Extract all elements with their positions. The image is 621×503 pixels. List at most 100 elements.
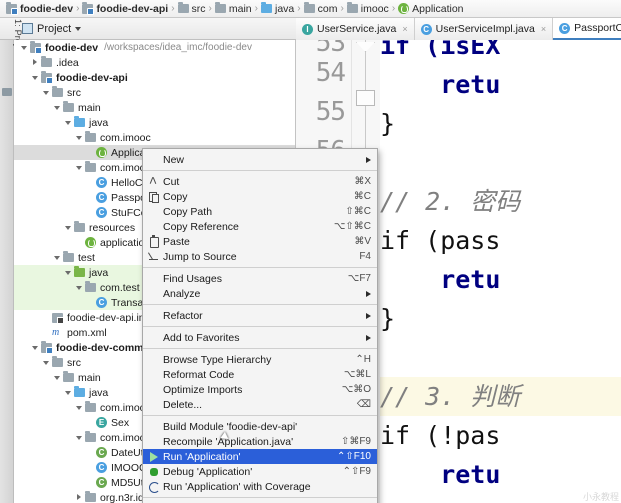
- chevron-down-icon[interactable]: [53, 253, 62, 262]
- menu-separator: [143, 497, 377, 498]
- code-token: if (!pas: [380, 421, 501, 450]
- folder-icon: [63, 371, 74, 382]
- menu-item-reformat-code[interactable]: Reformat Code ⌥⌘L: [143, 367, 377, 382]
- menu-item-shortcut: ⌥⌘L: [343, 369, 371, 380]
- tree-node[interactable]: src: [14, 85, 295, 100]
- tab-userservice-java[interactable]: I UserService.java ×: [296, 18, 415, 40]
- chevron-down-icon[interactable]: [31, 73, 40, 82]
- code-token: // 2. 密码: [380, 187, 521, 216]
- module-icon: [82, 1, 95, 15]
- menu-item-refactor[interactable]: Refactor: [143, 308, 377, 323]
- tree-node-label: pom.xml: [67, 326, 107, 339]
- code-token: if (pass: [380, 226, 501, 255]
- menu-item-jump-to-source[interactable]: Jump to Source F4: [143, 249, 377, 264]
- chevron-down-icon[interactable]: [64, 223, 73, 232]
- project-view-label: Project: [37, 22, 72, 35]
- chevron-down-icon[interactable]: [42, 358, 51, 367]
- tab-userserviceimpl-java[interactable]: C UserServiceImpl.java ×: [414, 18, 554, 40]
- tree-node-label: foodie-dev: [45, 41, 99, 54]
- chevron-down-icon[interactable]: [64, 268, 73, 277]
- chevron-down-icon[interactable]: [20, 43, 29, 52]
- menu-item-copy[interactable]: Copy ⌘C: [143, 189, 377, 204]
- menu-item-delete[interactable]: Delete... ⌫: [143, 397, 377, 412]
- menu-item-cut[interactable]: Cut ⌘X: [143, 174, 377, 189]
- tree-node[interactable]: .idea: [14, 55, 295, 70]
- project-folder-icon: [2, 88, 12, 96]
- folder-icon: [63, 101, 74, 112]
- chevron-right-icon[interactable]: [31, 58, 40, 67]
- menu-item-new[interactable]: New: [143, 152, 377, 167]
- close-icon[interactable]: ×: [541, 24, 546, 34]
- chevron-down-icon[interactable]: [64, 118, 73, 127]
- package-icon: [85, 131, 96, 142]
- tree-node[interactable]: foodie-dev-api: [14, 70, 295, 85]
- context-menu[interactable]: New Cut ⌘X Copy ⌘C Copy Path ⇧⌘C Copy Reference…: [142, 148, 378, 503]
- chevron-down-icon[interactable]: [42, 88, 51, 97]
- chevron-down-icon[interactable]: [75, 133, 84, 142]
- tree-node[interactable]: com.imooc: [14, 130, 295, 145]
- chevron-down-icon[interactable]: [75, 403, 84, 412]
- menu-item-label: Delete...: [163, 398, 203, 411]
- chevron-down-icon[interactable]: [53, 103, 62, 112]
- menu-item-debug-application[interactable]: Debug 'Application' ⌃⇧F9: [143, 464, 377, 479]
- breadcrumb-item-foodie-dev[interactable]: foodie-dev: [6, 1, 73, 15]
- project-view-selector[interactable]: Project: [22, 22, 82, 35]
- menu-item-run-application-with-coverage[interactable]: Run 'Application' with Coverage: [143, 479, 377, 494]
- breadcrumb-item-main[interactable]: main: [214, 2, 252, 15]
- breadcrumb-label: src: [191, 2, 206, 15]
- tree-node[interactable]: foodie-dev/workspaces/idea_imc/foodie-de…: [14, 40, 295, 55]
- class-icon: C: [96, 207, 107, 218]
- code-content[interactable]: if (isEX retu} // 2. 密码 if (pass retu} // 3…: [380, 40, 621, 503]
- menu-item-copy-reference[interactable]: Copy Reference ⌥⇧⌘C: [143, 219, 377, 234]
- close-icon[interactable]: ×: [402, 24, 407, 34]
- chevron-down-icon: [75, 26, 82, 31]
- menu-item-label: Recompile 'Application.java': [163, 435, 294, 448]
- tab-passportcontroller-java[interactable]: C PassportController.java ×: [553, 18, 621, 40]
- menu-item-shortcut: ⌥F7: [347, 273, 371, 284]
- menu-item-optimize-imports[interactable]: Optimize Imports ⌥⌘O: [143, 382, 377, 397]
- menu-item-copy-path[interactable]: Copy Path ⇧⌘C: [143, 204, 377, 219]
- chevron-down-icon[interactable]: [53, 373, 62, 382]
- module-icon: [6, 1, 18, 15]
- tree-node-path: /workspaces/idea_imc/foodie-dev: [104, 42, 252, 53]
- class-icon: C: [420, 23, 432, 35]
- code-token: }: [380, 109, 396, 138]
- debug-icon: [147, 466, 161, 478]
- menu-item-run-application[interactable]: Run 'Application' ⌃⇧F10: [143, 449, 377, 464]
- tree-node[interactable]: main: [14, 100, 295, 115]
- menu-item-paste[interactable]: Paste ⌘V: [143, 234, 377, 249]
- chevron-down-icon[interactable]: [31, 343, 40, 352]
- chevron-right-icon[interactable]: [75, 493, 84, 502]
- chevron-down-icon[interactable]: [75, 433, 84, 442]
- fold-marker[interactable]: [356, 90, 375, 106]
- tree-node[interactable]: java: [14, 115, 295, 130]
- menu-item-add-to-favorites[interactable]: Add to Favorites: [143, 330, 377, 345]
- menu-item-analyze[interactable]: Analyze: [143, 286, 377, 301]
- menu-separator: [143, 415, 377, 416]
- code-token: }: [380, 304, 396, 333]
- breadcrumb-item-imooc[interactable]: imooc: [346, 2, 389, 15]
- chevron-down-icon[interactable]: [75, 283, 84, 292]
- menu-item-build-module-foodie-dev-api[interactable]: Build Module 'foodie-dev-api': [143, 419, 377, 434]
- resource-folder-icon: [74, 221, 85, 232]
- code-line: // 2. 密码: [380, 182, 520, 221]
- menu-item-find-usages[interactable]: Find Usages ⌥F7: [143, 271, 377, 286]
- breadcrumb-item-foodie-dev-api[interactable]: foodie-dev-api: [82, 1, 168, 15]
- menu-item-recompile-application-java[interactable]: Recompile 'Application.java' ⇧⌘F9: [143, 434, 377, 449]
- folder-icon: [177, 2, 189, 13]
- fold-end-marker[interactable]: [356, 42, 375, 52]
- menu-item-shortcut: ⌃⇧F9: [342, 466, 371, 477]
- breadcrumb-item-java[interactable]: java: [261, 2, 294, 15]
- menu-item-browse-type-hierarchy[interactable]: Browse Type Hierarchy ⌃H: [143, 352, 377, 367]
- breadcrumb-item-application[interactable]: Application: [398, 3, 464, 15]
- code-line: // 3. 判断: [380, 377, 520, 416]
- menu-item-icon-placeholder: [147, 273, 161, 285]
- tree-node-label: resources: [89, 221, 136, 234]
- breadcrumb-item-com[interactable]: com: [303, 2, 337, 15]
- chevron-down-icon[interactable]: [64, 388, 73, 397]
- tree-node-label: main: [78, 371, 101, 384]
- chevron-down-icon[interactable]: [75, 163, 84, 172]
- breadcrumb-item-src[interactable]: src: [177, 2, 206, 15]
